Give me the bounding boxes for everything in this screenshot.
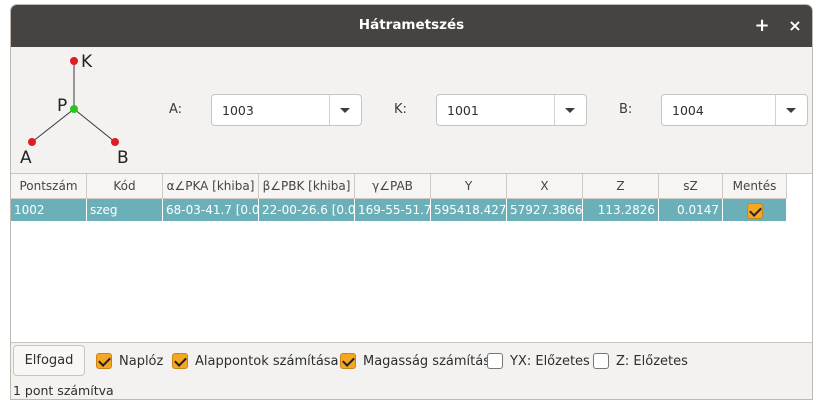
title-bar: Hátrametszés + × <box>11 5 812 47</box>
point-a-marker <box>28 138 36 146</box>
table-row[interactable]: 1002 szeg 68-03-41.7 [0.0] 22-00-26.6 [0… <box>11 199 787 221</box>
line-p-a <box>31 108 75 143</box>
z-preliminary-checkbox[interactable] <box>593 353 609 369</box>
z-preliminary-option[interactable]: Z: Előzetes <box>593 352 688 370</box>
close-button[interactable]: × <box>784 15 806 37</box>
cell-beta: 22-00-26.6 [0.0] <box>259 199 355 221</box>
height-checkbox[interactable] <box>340 353 356 369</box>
label-b: B <box>117 148 129 168</box>
col-header-x[interactable]: X <box>507 174 583 198</box>
yx-preliminary-option[interactable]: YX: Előzetes <box>487 352 590 370</box>
col-header-sz[interactable]: sZ <box>659 174 723 198</box>
cell-mentes <box>723 199 787 221</box>
cell-x: 57927.3866 <box>507 199 583 221</box>
results-table[interactable]: Pontszám Kód α∠PKA [khiba] β∠PBK [khiba]… <box>11 173 812 343</box>
log-option[interactable]: Naplóz <box>96 352 163 370</box>
col-header-kod[interactable]: Kód <box>87 174 163 198</box>
label-a: A <box>20 148 32 168</box>
table-header: Pontszám Kód α∠PKA [khiba] β∠PBK [khiba]… <box>11 174 787 199</box>
point-k-combo[interactable]: 1001 <box>436 94 587 126</box>
col-header-y[interactable]: Y <box>431 174 507 198</box>
point-a-label: A: <box>169 102 183 117</box>
log-checkbox[interactable] <box>96 353 112 369</box>
cell-sz: 0.0147 <box>659 199 723 221</box>
cell-z: 113.2826 <box>583 199 659 221</box>
basepoints-option[interactable]: Alappontok számítása <box>172 352 339 370</box>
label-k: K <box>81 52 93 72</box>
yx-preliminary-label: YX: Előzetes <box>510 353 590 369</box>
bottom-bar: Elfogad Naplóz Alappontok számítása Maga… <box>11 343 812 399</box>
col-header-alpha[interactable]: α∠PKA [khiba] <box>163 174 259 198</box>
log-label: Naplóz <box>119 353 164 369</box>
chevron-down-icon[interactable] <box>776 95 807 125</box>
col-header-mentes[interactable]: Mentés <box>723 174 787 198</box>
point-a-combo[interactable]: 1003 <box>211 94 362 126</box>
col-header-beta[interactable]: β∠PBK [khiba] <box>259 174 355 198</box>
chevron-down-icon[interactable] <box>555 95 586 125</box>
cell-alpha: 68-03-41.7 [0.0] <box>163 199 259 221</box>
maximize-button[interactable]: + <box>751 15 773 37</box>
label-p: P <box>57 96 67 116</box>
chevron-down-icon[interactable] <box>330 95 361 125</box>
save-checkbox[interactable] <box>746 202 763 219</box>
point-p-marker <box>70 105 78 113</box>
point-k-marker <box>70 57 78 65</box>
point-k-label: K: <box>394 102 407 117</box>
cell-gamma: 169-55-51.7 <box>355 199 431 221</box>
resection-dialog: Hátrametszés + × K P A B A: 1003 K: 1001… <box>10 4 813 400</box>
status-text: 1 pont számítva <box>13 383 114 398</box>
basepoints-checkbox[interactable] <box>172 353 188 369</box>
col-header-gamma[interactable]: γ∠PAB <box>355 174 431 198</box>
point-a-value: 1003 <box>222 103 254 118</box>
yx-preliminary-checkbox[interactable] <box>487 353 503 369</box>
line-p-b <box>73 108 116 143</box>
cell-y: 595418.4277 <box>431 199 507 221</box>
col-header-z[interactable]: Z <box>583 174 659 198</box>
point-b-value: 1004 <box>672 103 704 118</box>
cell-kod: szeg <box>87 199 163 221</box>
point-b-marker <box>111 138 119 146</box>
col-header-pontszam[interactable]: Pontszám <box>11 174 87 198</box>
point-b-combo[interactable]: 1004 <box>661 94 808 126</box>
point-k-value: 1001 <box>447 103 479 118</box>
resection-diagram: K P A B <box>20 52 129 168</box>
height-label: Magasság számítás <box>363 353 490 369</box>
height-option[interactable]: Magasság számítás <box>340 352 490 370</box>
cell-pontszam: 1002 <box>11 199 87 221</box>
z-preliminary-label: Z: Előzetes <box>616 353 688 369</box>
basepoints-label: Alappontok számítása <box>195 353 339 369</box>
point-b-label: B: <box>619 102 633 117</box>
accept-button[interactable]: Elfogad <box>13 345 85 376</box>
window-title: Hátrametszés <box>358 17 465 33</box>
